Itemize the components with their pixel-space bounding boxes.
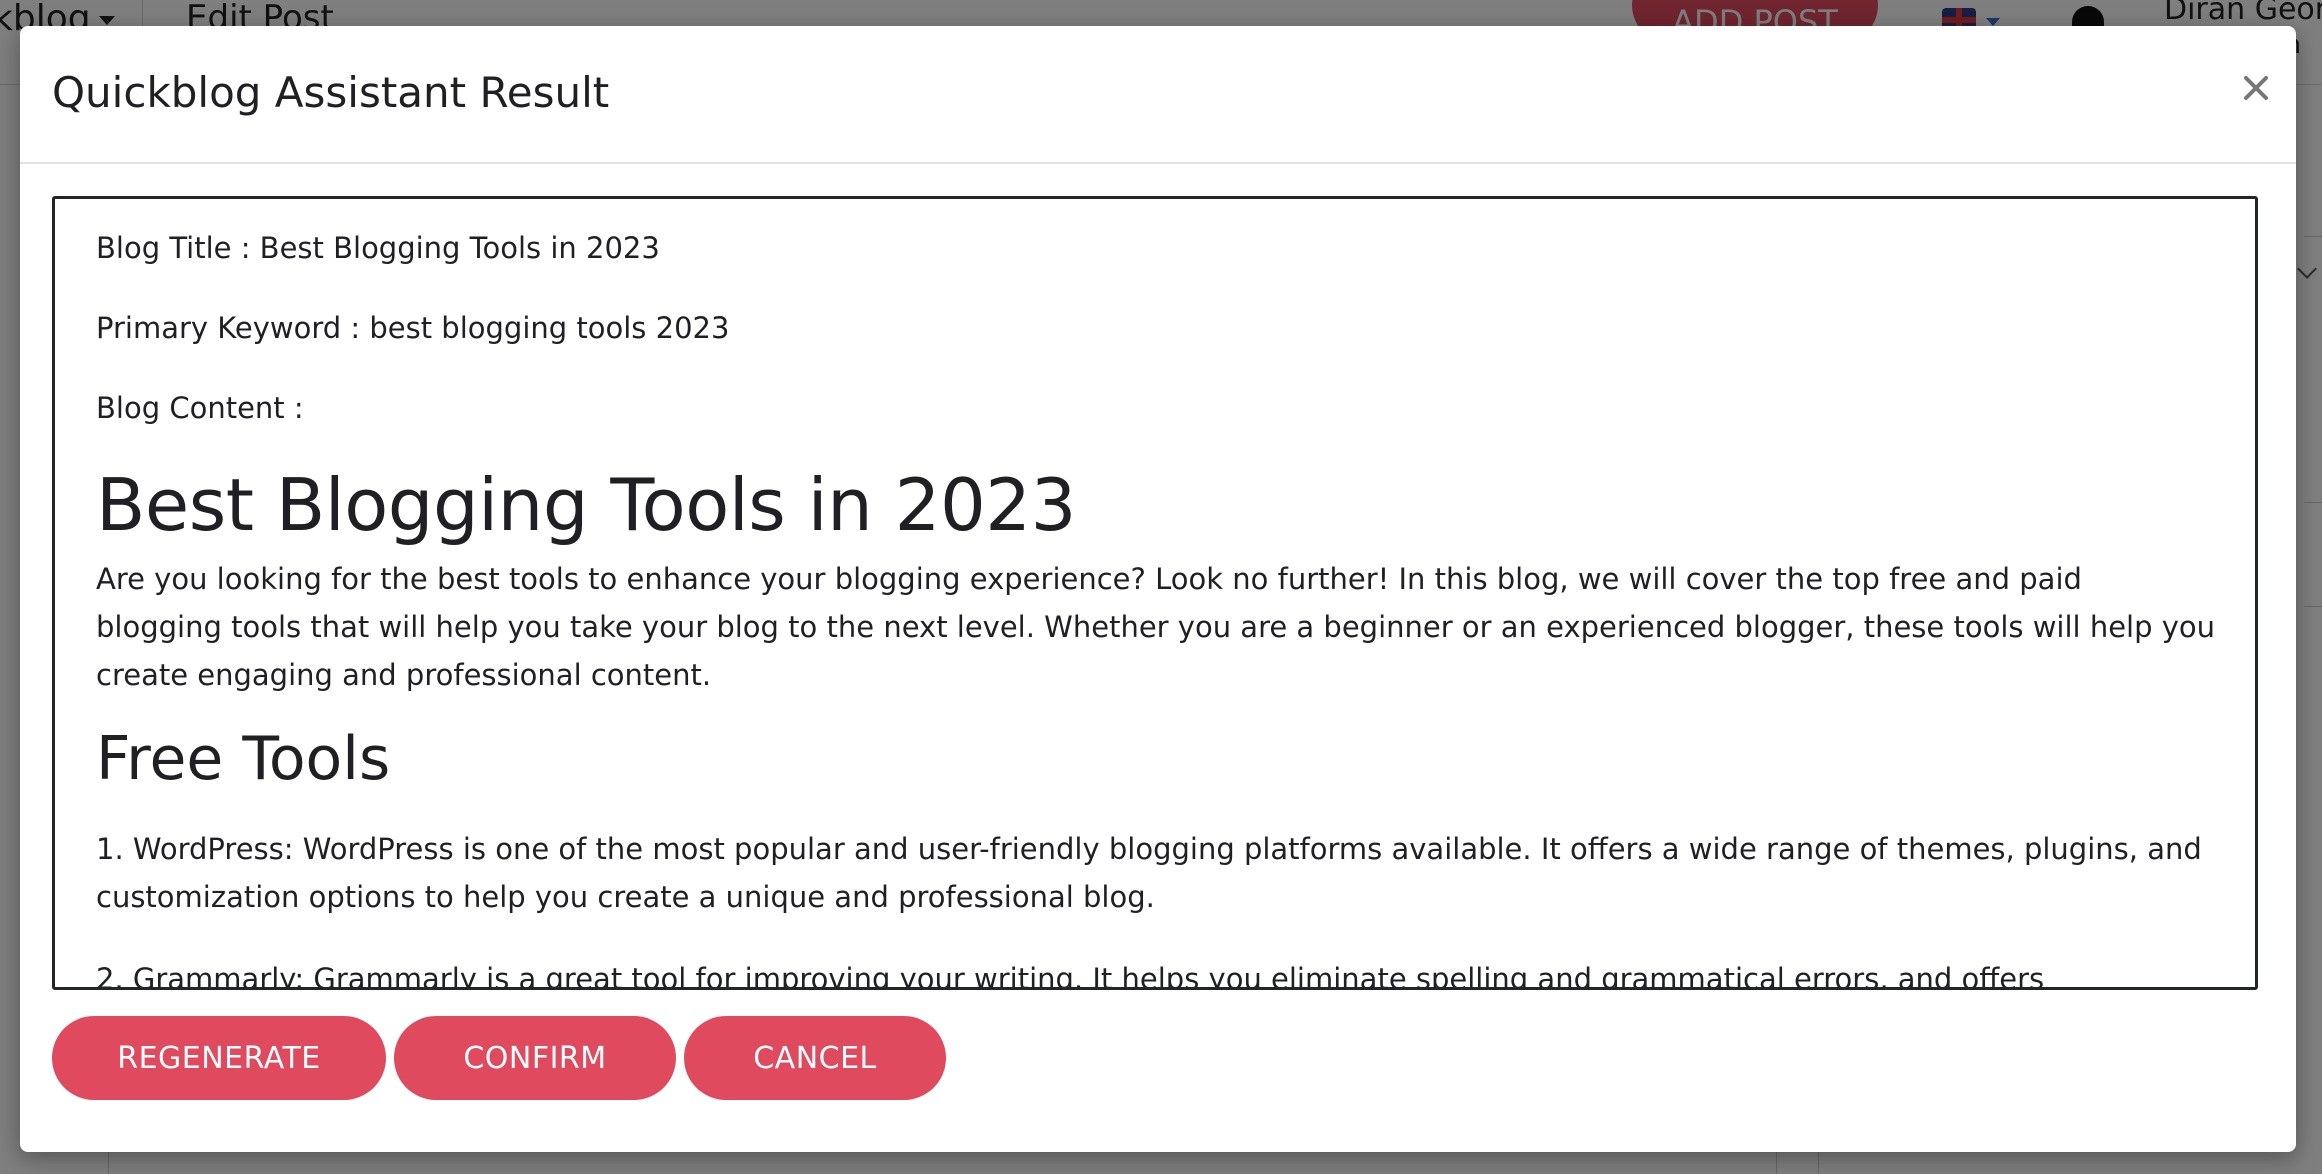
close-icon	[2244, 76, 2268, 100]
blog-subheading: Free Tools	[96, 724, 391, 794]
result-content-box[interactable]: Blog Title : Best Blogging Tools in 2023…	[52, 196, 2258, 990]
blog-list-item: 2. Grammarly: Grammarly is a great tool …	[96, 962, 2045, 990]
modal-header: Quickblog Assistant Result	[20, 26, 2296, 164]
primary-keyword-line: Primary Keyword : best blogging tools 20…	[96, 311, 730, 345]
blog-title-line: Blog Title : Best Blogging Tools in 2023	[96, 231, 660, 265]
quickblog-result-modal: Quickblog Assistant Result Blog Title : …	[20, 26, 2296, 1152]
cancel-button[interactable]: CANCEL	[684, 1016, 946, 1100]
blog-list-item: 1. WordPress: WordPress is one of the mo…	[96, 832, 2202, 914]
blog-intro-paragraph: Are you looking for the best tools to en…	[96, 562, 2216, 692]
blog-heading: Best Blogging Tools in 2023	[96, 463, 1076, 547]
regenerate-button[interactable]: REGENERATE	[52, 1016, 386, 1100]
modal-title: Quickblog Assistant Result	[52, 68, 610, 117]
confirm-button[interactable]: CONFIRM	[394, 1016, 676, 1100]
close-button[interactable]	[2234, 66, 2278, 110]
blog-content-label: Blog Content :	[96, 391, 304, 425]
